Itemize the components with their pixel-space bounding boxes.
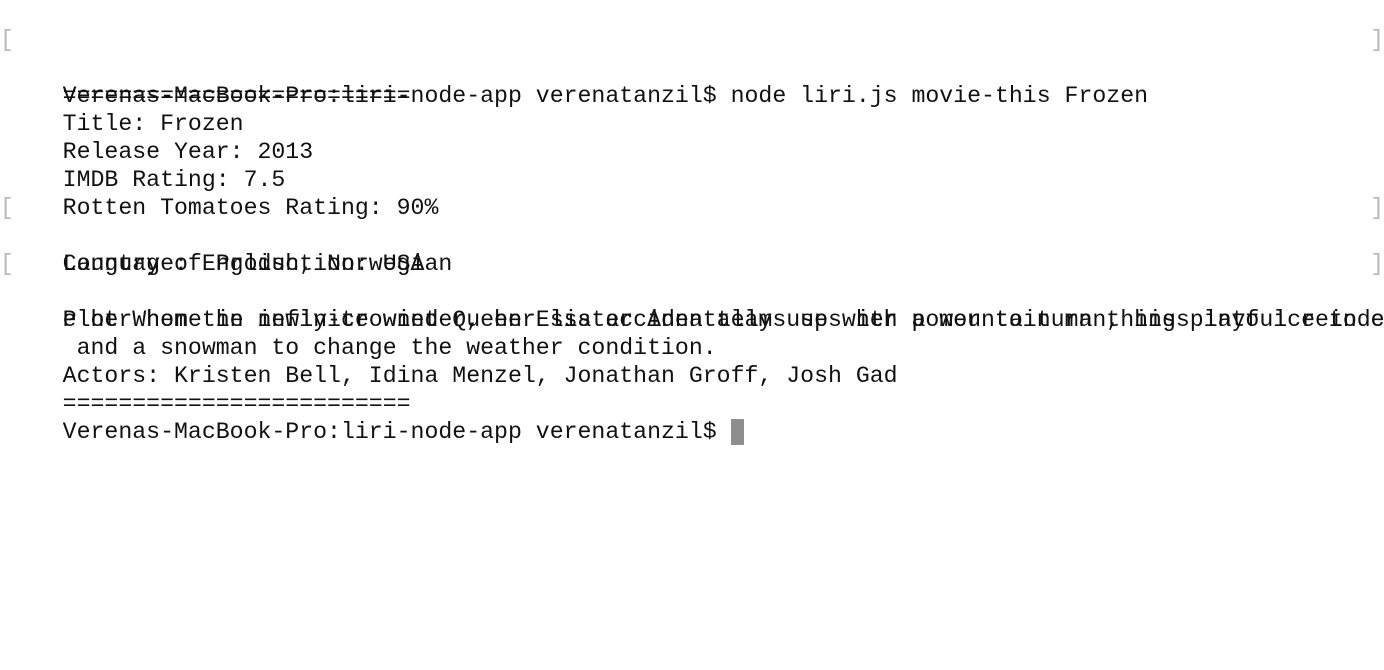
separator-top: ========================= xyxy=(0,54,1384,109)
line-mark-left: [ xyxy=(0,251,14,277)
line-mark-right: ] xyxy=(1370,195,1384,221)
rotten-tomatoes-line: Rotten Tomatoes Rating: 90% xyxy=(0,166,1384,221)
plot-line-continued: e her home in infinite winter, her siste… xyxy=(0,278,1384,333)
prompt-text: Verenas-MacBook-Pro:liri-node-app verena… xyxy=(62,419,717,445)
line-mark-right: ] xyxy=(1370,27,1384,53)
separator-bottom: ========================= xyxy=(0,362,1384,417)
language-line: Language: English, Norwegian xyxy=(0,222,1384,277)
line-mark-left: [ xyxy=(0,195,14,221)
country-line: [ Country of Production: USA ] xyxy=(0,194,1384,277)
release-year-line: Release Year: 2013 xyxy=(0,110,1384,165)
plot-line-continued: and a snowman to change the weather cond… xyxy=(0,306,1384,361)
terminal-output[interactable]: [ Verenas-MacBook-Pro:liri-node-app vere… xyxy=(0,26,1384,445)
prompt-line[interactable]: Verenas-MacBook-Pro:liri-node-app verena… xyxy=(0,390,1384,445)
movie-title-line: Title: Frozen xyxy=(0,82,1384,137)
command-line: [ Verenas-MacBook-Pro:liri-node-app vere… xyxy=(0,26,1384,109)
line-mark-right: ] xyxy=(1370,251,1384,277)
line-mark-left: [ xyxy=(0,27,14,53)
imdb-rating-line: IMDB Rating: 7.5 xyxy=(0,138,1384,193)
text-cursor xyxy=(730,419,744,445)
plot-line: [ Plot When the newly-crowned Queen Elsa… xyxy=(0,250,1384,333)
actors-line: Actors: Kristen Bell, Idina Menzel, Jona… xyxy=(0,334,1384,389)
